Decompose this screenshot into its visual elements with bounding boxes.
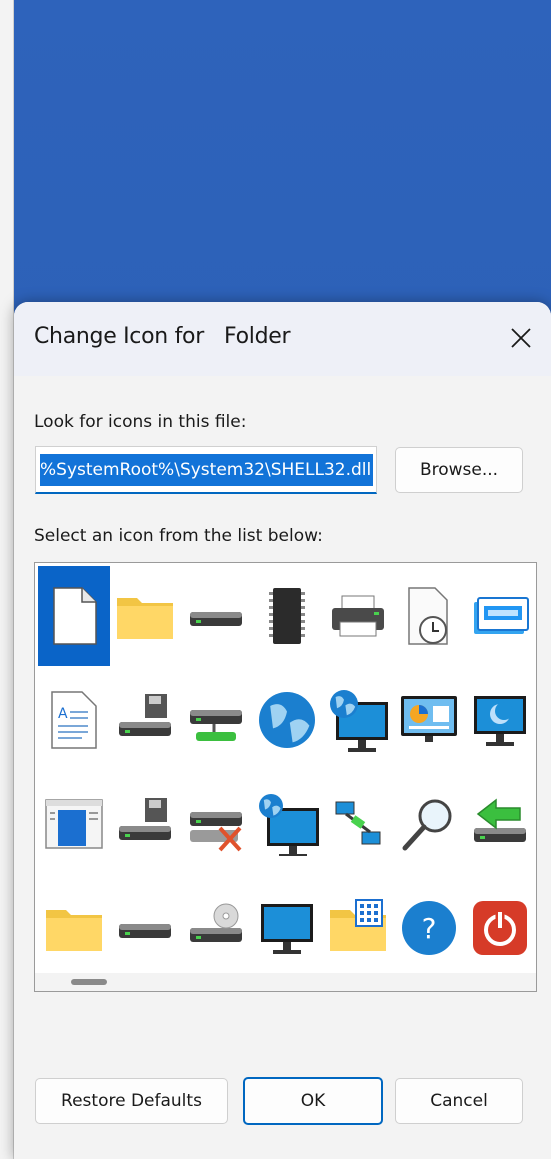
background-window-edge <box>0 0 14 1159</box>
icon-cell[interactable] <box>393 566 465 666</box>
browse-button[interactable]: Browse... <box>395 447 523 493</box>
network-link-icon <box>326 792 390 856</box>
restore-defaults-button[interactable]: Restore Defaults <box>35 1078 228 1124</box>
icon-cell[interactable] <box>180 774 252 874</box>
icon-cell[interactable] <box>322 566 394 666</box>
icon-cell[interactable] <box>251 774 323 874</box>
cancel-button[interactable]: Cancel <box>395 1078 523 1124</box>
icon-cell[interactable] <box>251 878 323 978</box>
icon-cell[interactable]: A <box>38 670 110 770</box>
icon-cell[interactable] <box>109 878 181 978</box>
floppy-drive-icon <box>113 792 177 856</box>
chip-icon <box>255 584 319 648</box>
icon-cell[interactable] <box>38 566 110 666</box>
scrollbar-thumb[interactable] <box>71 979 107 985</box>
icon-cell[interactable] <box>38 774 110 874</box>
blank-document-icon <box>42 584 106 648</box>
green-arrow-drive-icon <box>468 792 532 856</box>
icon-cell[interactable] <box>322 878 394 978</box>
icon-cell[interactable] <box>464 566 536 666</box>
ok-button[interactable]: OK <box>243 1077 383 1125</box>
svg-text:A: A <box>58 706 68 722</box>
file-path-input[interactable]: %SystemRoot%\System32\SHELL32.dll <box>35 446 377 494</box>
close-button[interactable] <box>497 314 545 362</box>
drive-network-icon <box>184 688 248 752</box>
folder-icon <box>42 896 106 960</box>
printer-icon <box>326 584 390 648</box>
drive-icon <box>184 584 248 648</box>
svg-text:?: ? <box>422 912 437 945</box>
sleep-monitor-icon <box>468 688 532 752</box>
icon-cell[interactable] <box>109 566 181 666</box>
control-panel-icon <box>397 688 461 752</box>
icon-cell[interactable] <box>251 670 323 770</box>
dialog-title: Change Icon for Folder <box>34 324 291 349</box>
magnifier-icon <box>397 792 461 856</box>
icon-cell[interactable] <box>464 670 536 770</box>
list-label: Select an icon from the list below: <box>34 526 323 546</box>
icon-cell[interactable] <box>322 774 394 874</box>
icon-cell[interactable] <box>180 670 252 770</box>
change-icon-dialog: Change Icon for Folder Look for icons in… <box>14 302 551 1159</box>
monitor-icon <box>255 896 319 960</box>
icon-list[interactable]: A? <box>34 562 537 992</box>
dialog-titlebar: Change Icon for Folder <box>14 302 551 376</box>
file-path-value: %SystemRoot%\System32\SHELL32.dll <box>40 460 372 480</box>
power-icon <box>468 896 532 960</box>
icon-cell[interactable] <box>109 670 181 770</box>
close-icon <box>510 327 532 349</box>
icon-cell[interactable] <box>180 566 252 666</box>
icon-cell[interactable] <box>322 670 394 770</box>
icon-cell[interactable] <box>393 670 465 770</box>
network-monitor-icon <box>255 792 319 856</box>
file-label: Look for icons in this file: <box>34 412 247 432</box>
icon-cell[interactable] <box>251 566 323 666</box>
icon-cell[interactable]: ? <box>393 878 465 978</box>
icon-cell[interactable] <box>38 878 110 978</box>
window-stack-icon <box>468 584 532 648</box>
globe-monitor-icon <box>326 688 390 752</box>
icon-cell[interactable] <box>464 878 536 978</box>
document-clock-icon <box>397 584 461 648</box>
app-window-icon <box>42 792 106 856</box>
horizontal-scrollbar[interactable] <box>35 973 536 991</box>
icon-cell[interactable] <box>393 774 465 874</box>
globe-icon <box>255 688 319 752</box>
icon-cell[interactable] <box>109 774 181 874</box>
text-document-icon: A <box>42 688 106 752</box>
cd-drive-icon <box>184 896 248 960</box>
floppy-drive-icon <box>113 688 177 752</box>
drive-icon <box>113 896 177 960</box>
drive-disconnected-icon <box>184 792 248 856</box>
help-icon: ? <box>397 896 461 960</box>
folder-icon <box>113 584 177 648</box>
icon-cell[interactable] <box>464 774 536 874</box>
file-path-selection: %SystemRoot%\System32\SHELL32.dll <box>40 454 373 486</box>
folder-apps-icon <box>326 896 390 960</box>
icon-cell[interactable] <box>180 878 252 978</box>
